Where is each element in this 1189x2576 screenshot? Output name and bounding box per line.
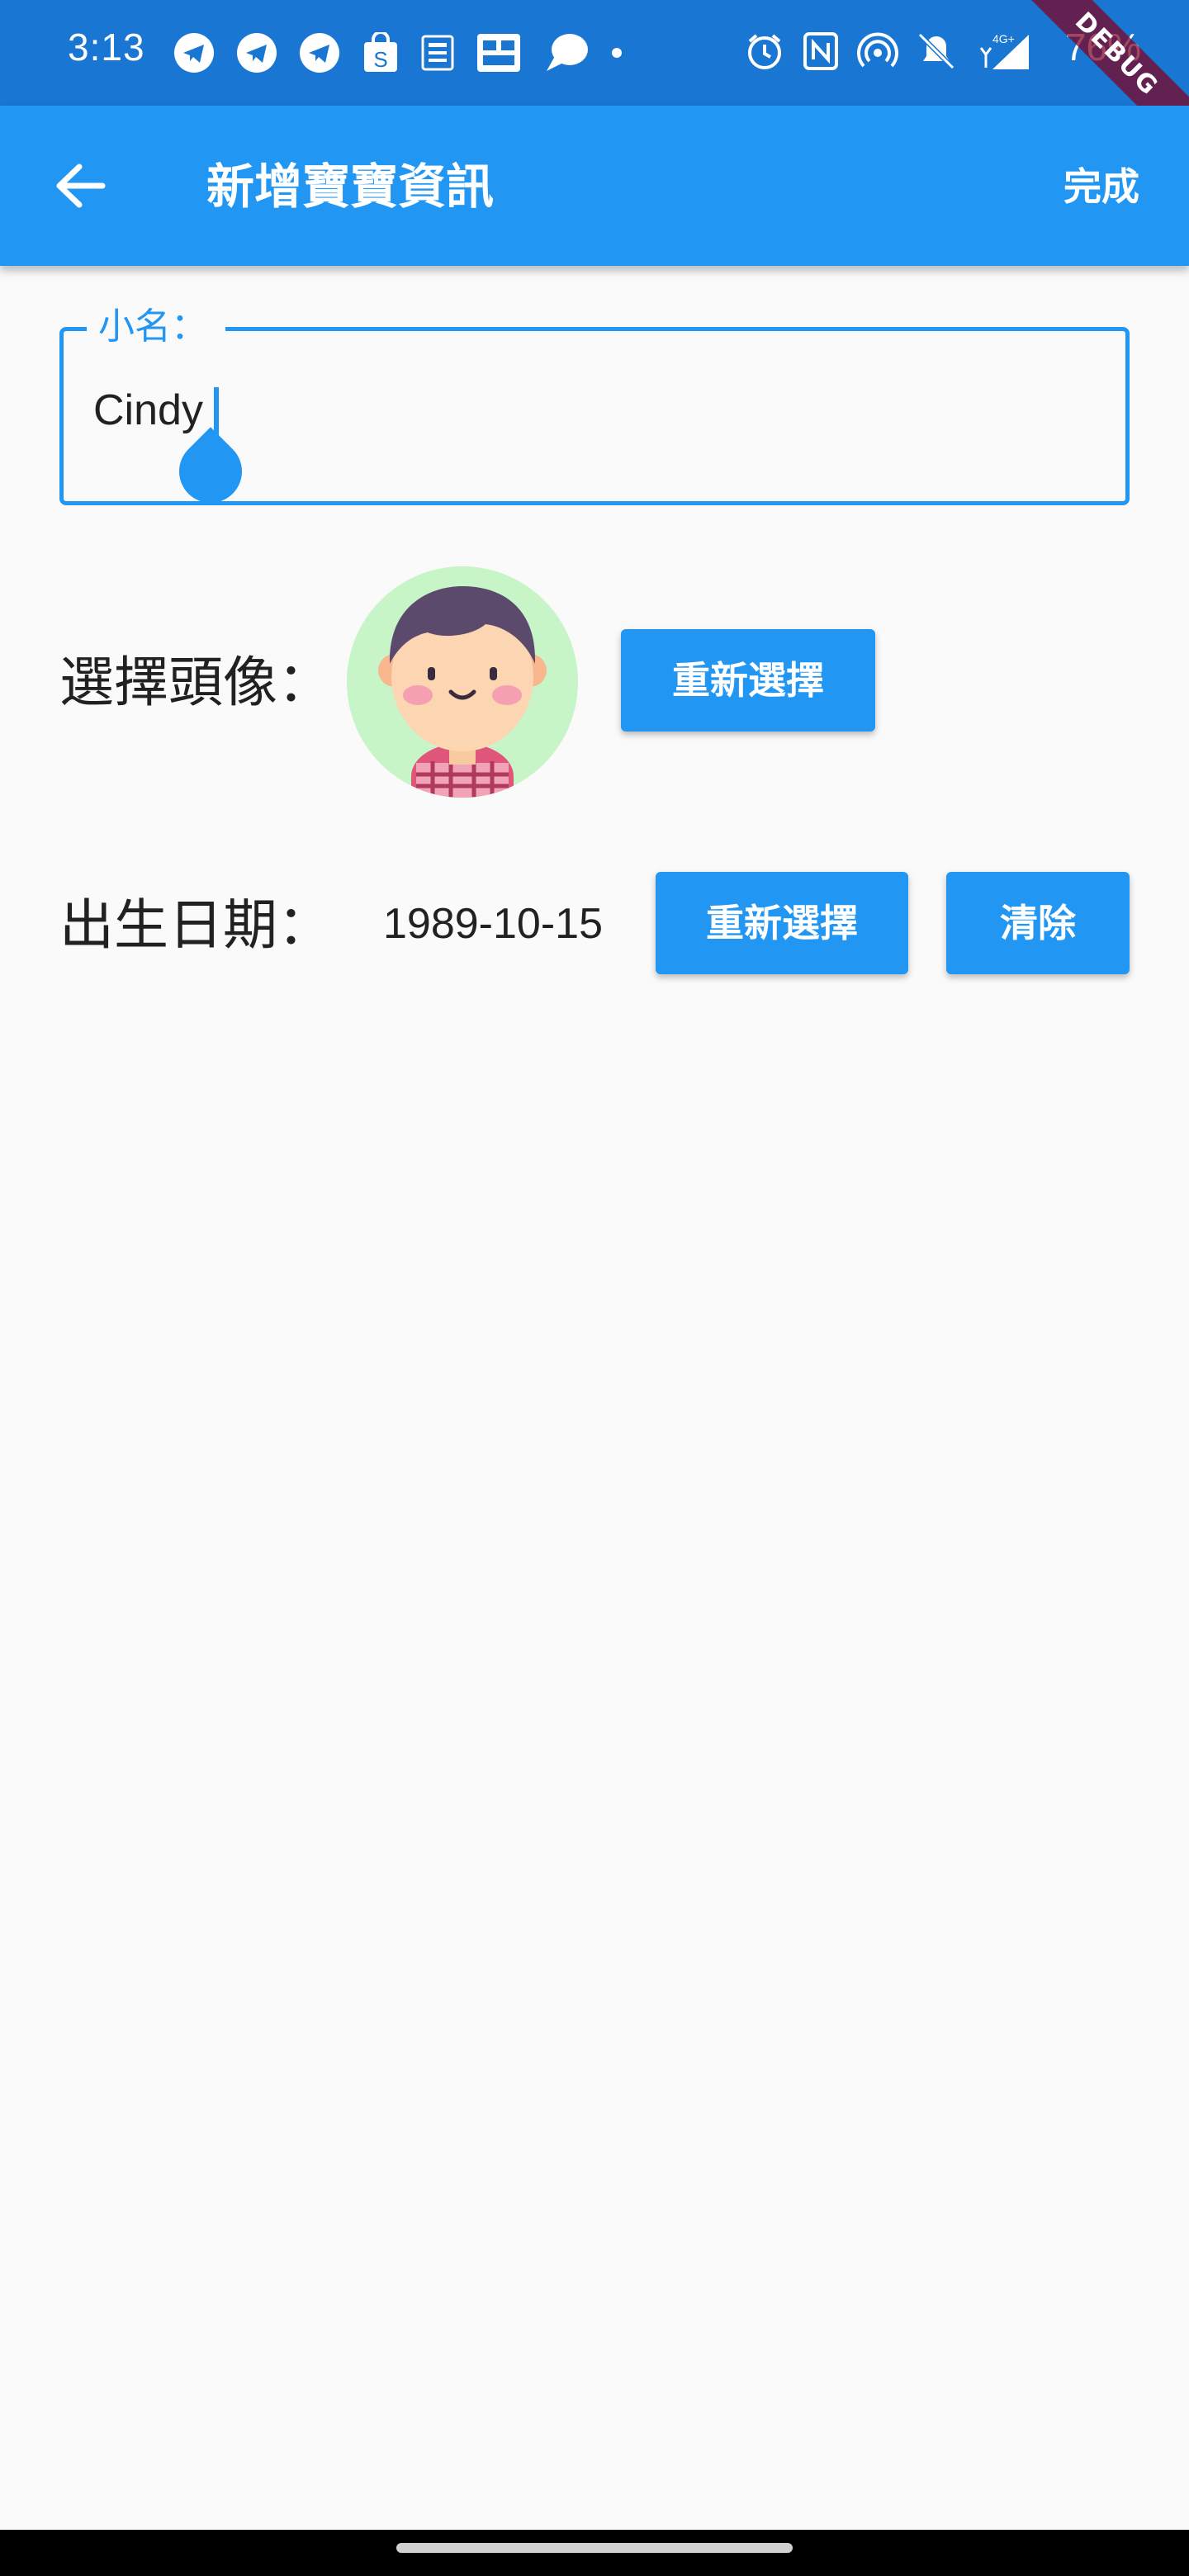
navigation-bar	[0, 2530, 1189, 2576]
avatar[interactable]	[347, 566, 578, 798]
notification-icons: S	[173, 31, 623, 74]
app-bar: 新增寶寶資訊 完成	[0, 106, 1189, 266]
arrow-left-icon	[56, 163, 106, 208]
status-bar: 3:13 S 4G+ 76% DEBUG	[0, 0, 1189, 163]
child-avatar-icon	[347, 566, 578, 798]
app-icon	[477, 34, 520, 72]
home-gesture-handle[interactable]	[396, 2543, 793, 2553]
telegram-icon	[174, 33, 214, 73]
dot-icon	[612, 48, 622, 58]
alarm-icon	[748, 34, 781, 69]
news-icon	[421, 35, 454, 71]
telegram-icon	[300, 33, 339, 73]
page-title: 新增寶寶資訊	[206, 159, 495, 215]
hotspot-icon	[857, 32, 898, 68]
chat-bubble-icon	[547, 34, 588, 71]
svg-text:4G+: 4G+	[992, 32, 1015, 45]
nickname-field[interactable]: 小名：	[59, 298, 1130, 516]
avatar-label: 選擇頭像：	[59, 651, 332, 714]
mute-icon	[917, 32, 955, 70]
svg-text:S: S	[373, 47, 387, 72]
reselect-date-button[interactable]: 重新選擇	[656, 872, 908, 974]
cursor-handle[interactable]	[166, 427, 255, 516]
clear-date-button[interactable]: 清除	[946, 872, 1130, 974]
signal-icon: 4G+	[979, 32, 1029, 69]
shopping-bag-icon: S	[364, 32, 397, 72]
system-icons: 4G+	[745, 31, 1032, 71]
nickname-label: 小名：	[87, 298, 225, 356]
status-time: 3:13	[68, 26, 145, 69]
telegram-icon	[237, 33, 277, 73]
birth-date-label: 出生日期：	[59, 893, 332, 957]
nickname-input[interactable]	[93, 386, 1002, 435]
back-button[interactable]	[43, 149, 117, 223]
reselect-avatar-button[interactable]: 重新選擇	[621, 629, 875, 732]
nfc-icon	[803, 32, 838, 70]
birth-date-value: 1989-10-15	[383, 900, 603, 948]
done-button[interactable]: 完成	[1063, 160, 1139, 213]
